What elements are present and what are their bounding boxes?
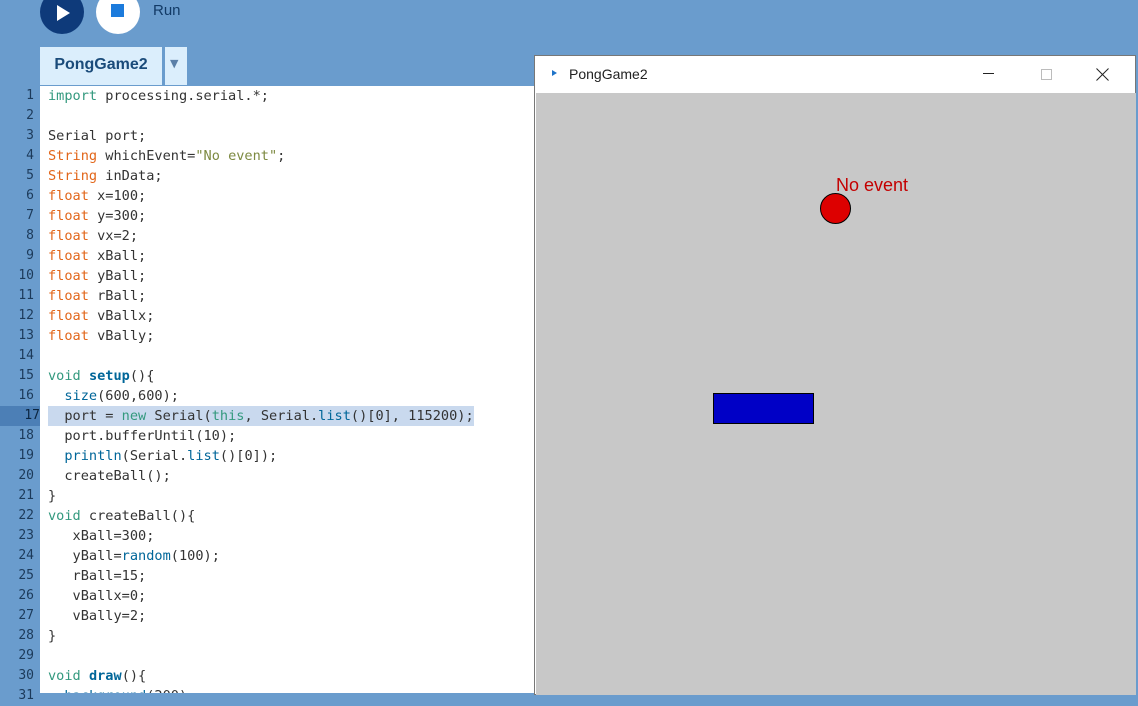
toolbar: Run [0,0,1138,45]
line-number: 16 [18,388,34,403]
window-titlebar[interactable]: PongGame2 [535,56,1135,93]
line-number: 11 [18,288,34,303]
stop-icon [111,4,124,17]
code-line[interactable]: float vBally; [48,326,154,346]
code-line[interactable]: String whichEvent="No event"; [48,146,285,166]
line-number: 5 [26,168,34,183]
code-line[interactable]: String inData; [48,166,163,186]
tab-dropdown-button[interactable]: ▼ [165,47,187,85]
line-number: 15 [18,368,34,383]
tab-ponggame2[interactable]: PongGame2 [40,47,162,85]
event-text: No event [836,175,909,195]
sketch-window: PongGame2 No event [534,55,1136,695]
line-number: 19 [18,448,34,463]
line-number: 30 [18,668,34,683]
code-line[interactable]: background(200); [48,686,195,693]
code-line[interactable]: Serial port; [48,126,146,146]
line-number: 24 [18,548,34,563]
sketch-canvas[interactable]: No event [536,93,1136,695]
line-number: 28 [18,628,34,643]
code-line[interactable]: float vx=2; [48,226,138,246]
code-line[interactable]: vBally=2; [48,606,147,626]
code-line[interactable]: println(Serial.list()[0]); [48,446,277,466]
line-number: 17 [0,406,40,426]
line-number-gutter: 1 2 3 4 5 6 7 8 9 10 11 12 13 14 15 16 17 18 19 20 21 22 23 24 2… [0,86,40,703]
code-line[interactable]: float y=300; [48,206,146,226]
code-line[interactable]: } [48,486,56,506]
line-number: 4 [26,148,34,163]
line-number: 14 [18,348,34,363]
line-number: 3 [26,128,34,143]
code-line[interactable]: xBall=300; [48,526,155,546]
line-number: 20 [18,468,34,483]
run-label: Run [153,2,181,19]
code-line[interactable]: size(600,600); [48,386,179,406]
paddle [713,393,814,424]
line-number: 25 [18,568,34,583]
code-line[interactable]: } [48,626,56,646]
code-line[interactable]: float xBall; [48,246,146,266]
line-number: 26 [18,588,34,603]
line-number: 27 [18,608,34,623]
line-number: 29 [18,648,34,663]
line-number: 6 [26,188,34,203]
line-number: 13 [18,328,34,343]
code-line[interactable]: vBallx=0; [48,586,147,606]
code-line[interactable]: import processing.serial.*; [48,86,269,106]
maximize-icon[interactable] [1041,69,1052,80]
line-number: 21 [18,488,34,503]
tab-label: PongGame2 [54,56,148,73]
line-number: 12 [18,308,34,323]
close-icon[interactable] [1096,67,1110,81]
minimize-icon[interactable] [983,73,994,74]
chevron-down-icon: ▼ [170,57,179,70]
line-number: 31 [18,688,34,703]
code-line[interactable]: float yBall; [48,266,146,286]
line-number: 1 [26,88,34,103]
window-title: PongGame2 [569,66,648,82]
line-number: 2 [26,108,34,123]
line-number: 10 [18,268,34,283]
code-line[interactable]: void draw(){ [48,666,146,686]
processing-icon [552,70,557,76]
ball [820,193,851,224]
code-line[interactable]: float x=100; [48,186,146,206]
code-line[interactable]: yBall=random(100); [48,546,220,566]
line-number: 23 [18,528,34,543]
play-icon [57,5,70,21]
code-editor[interactable]: import processing.serial.*; Serial port; S… [40,86,535,693]
code-line[interactable]: float rBall; [48,286,146,306]
line-number: 18 [18,428,34,443]
line-number: 7 [26,208,34,223]
code-line[interactable]: port.bufferUntil(10); [48,426,236,446]
run-button[interactable] [40,0,84,34]
code-line[interactable]: float vBallx; [48,306,154,326]
code-line[interactable]: void createBall(){ [48,506,195,526]
code-line[interactable]: void setup(){ [48,366,154,386]
line-number: 9 [26,248,34,263]
line-number: 22 [18,508,34,523]
code-line[interactable]: createBall(); [48,466,170,486]
code-line[interactable]: port = new Serial(this, Serial.list()[0]… [48,406,474,426]
code-line[interactable]: rBall=15; [48,566,147,586]
stop-button[interactable] [96,0,140,34]
line-number: 8 [26,228,34,243]
